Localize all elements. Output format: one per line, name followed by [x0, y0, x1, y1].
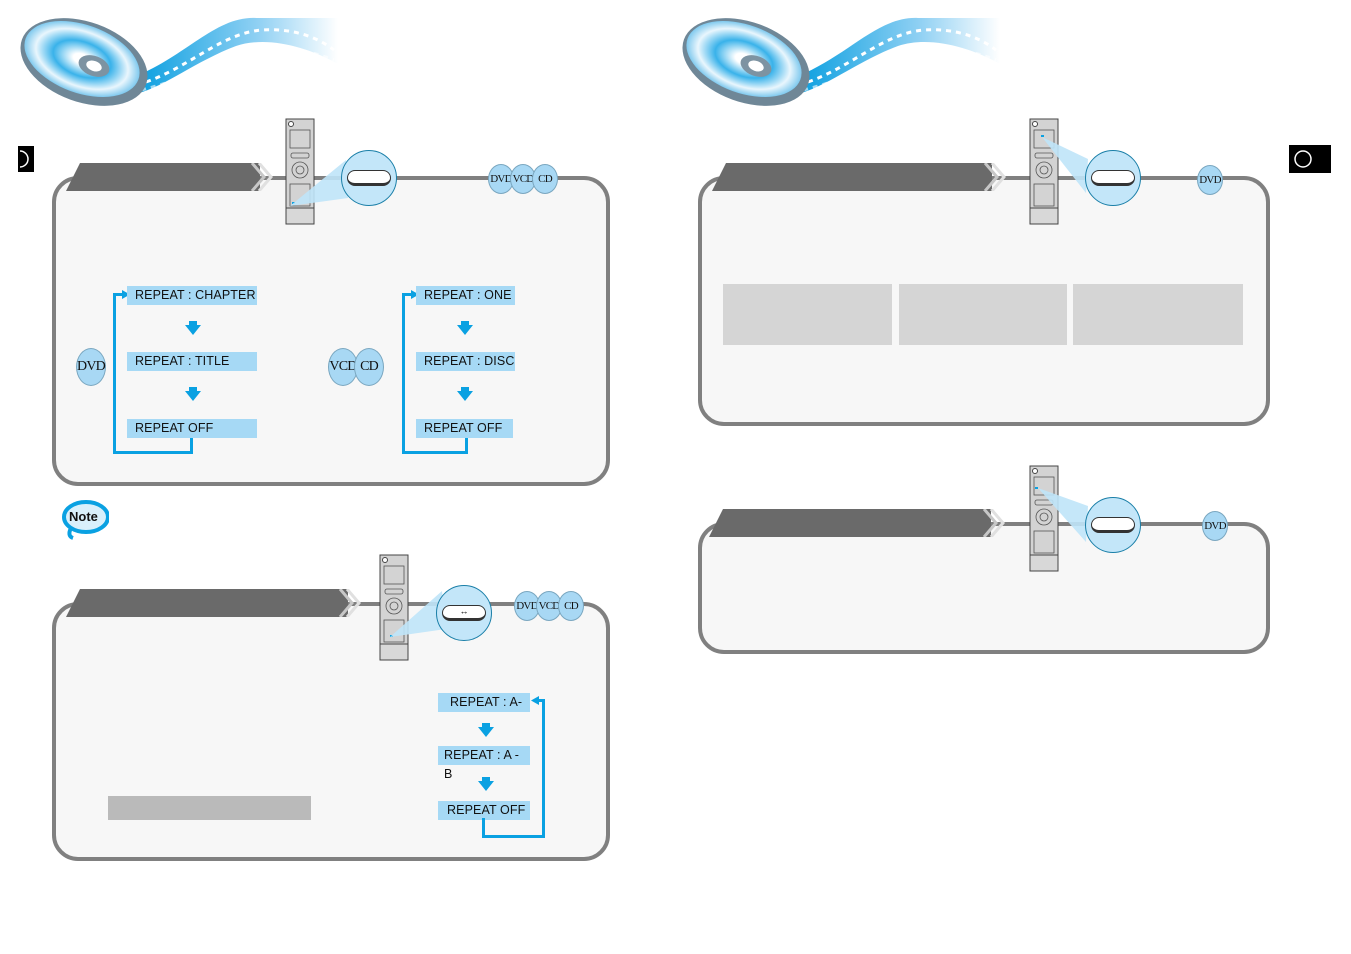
cd-badge: CD: [354, 348, 384, 386]
chevron-right-icon: [982, 509, 1005, 537]
repeat-playback-title-bar: [66, 163, 260, 191]
ab-loop-line: [482, 699, 545, 838]
vcd-step-one: REPEAT : ONE: [416, 286, 515, 305]
dvd-step-title: REPEAT : TITLE: [127, 352, 257, 371]
dvd-badge: DVD: [76, 348, 106, 386]
arrow-down-icon: [185, 387, 201, 401]
cd-badge: CD: [558, 591, 584, 621]
ab-repeat-button[interactable]: ↔: [442, 605, 486, 621]
page-section-marker: [1289, 145, 1331, 173]
note-badge: Note: [61, 500, 109, 540]
dvd-step-off: REPEAT OFF: [127, 419, 257, 438]
repeat-button-callout[interactable]: [341, 150, 397, 206]
chevron-right-icon: [983, 163, 1006, 191]
repeat-button[interactable]: [347, 170, 391, 186]
arrow-down-icon: [185, 321, 201, 335]
disc-compat-badges: DVD VCD CD: [514, 591, 584, 621]
zoom-function-panel: [698, 522, 1270, 654]
disc-compat-badges: DVD: [1197, 165, 1223, 195]
vcd-step-off: REPEAT OFF: [416, 419, 513, 438]
ab-loop-riser: [482, 818, 485, 838]
ab-repeat-button-callout[interactable]: ↔: [436, 585, 492, 641]
arrow-down-icon: [457, 321, 473, 335]
angle-button-callout[interactable]: [1085, 150, 1141, 206]
page-section-marker: [18, 146, 34, 172]
zoom-button-callout[interactable]: [1085, 497, 1141, 553]
note-label: Note: [69, 509, 98, 524]
zoom-button[interactable]: [1091, 517, 1135, 533]
ab-repeat-title-bar: [66, 589, 348, 617]
vcd-cd-flow-badges: VCD CD: [328, 348, 384, 386]
dvd-badge: DVD: [1202, 511, 1228, 541]
cd-badge: CD: [532, 164, 558, 194]
disc-compat-badges: DVD: [1202, 511, 1228, 541]
arrow-down-icon: [457, 387, 473, 401]
loop-arrowhead-icon: [531, 696, 539, 705]
dvd-step-chapter: REPEAT : CHAPTER: [127, 286, 257, 305]
chevron-right-icon: [338, 589, 361, 617]
angle-screen-3: [1073, 284, 1243, 345]
vcd-step-disc: REPEAT : DISC: [416, 352, 515, 371]
disc-banner-icon: [682, 17, 1000, 106]
disc-compat-badges: DVD VCD CD: [488, 164, 558, 194]
disc-banner-icon: [20, 17, 338, 106]
display-placeholder-bar: [108, 796, 311, 820]
angle-screen-1: [723, 284, 892, 345]
angle-button[interactable]: [1091, 170, 1135, 186]
dvd-flow-badge: DVD: [76, 348, 106, 386]
dvd-badge: DVD: [1197, 165, 1223, 195]
angle-function-title-bar: [712, 163, 992, 191]
angle-screen-2: [899, 284, 1067, 345]
chevron-right-icon: [250, 163, 273, 191]
zoom-function-title-bar: [709, 509, 991, 537]
